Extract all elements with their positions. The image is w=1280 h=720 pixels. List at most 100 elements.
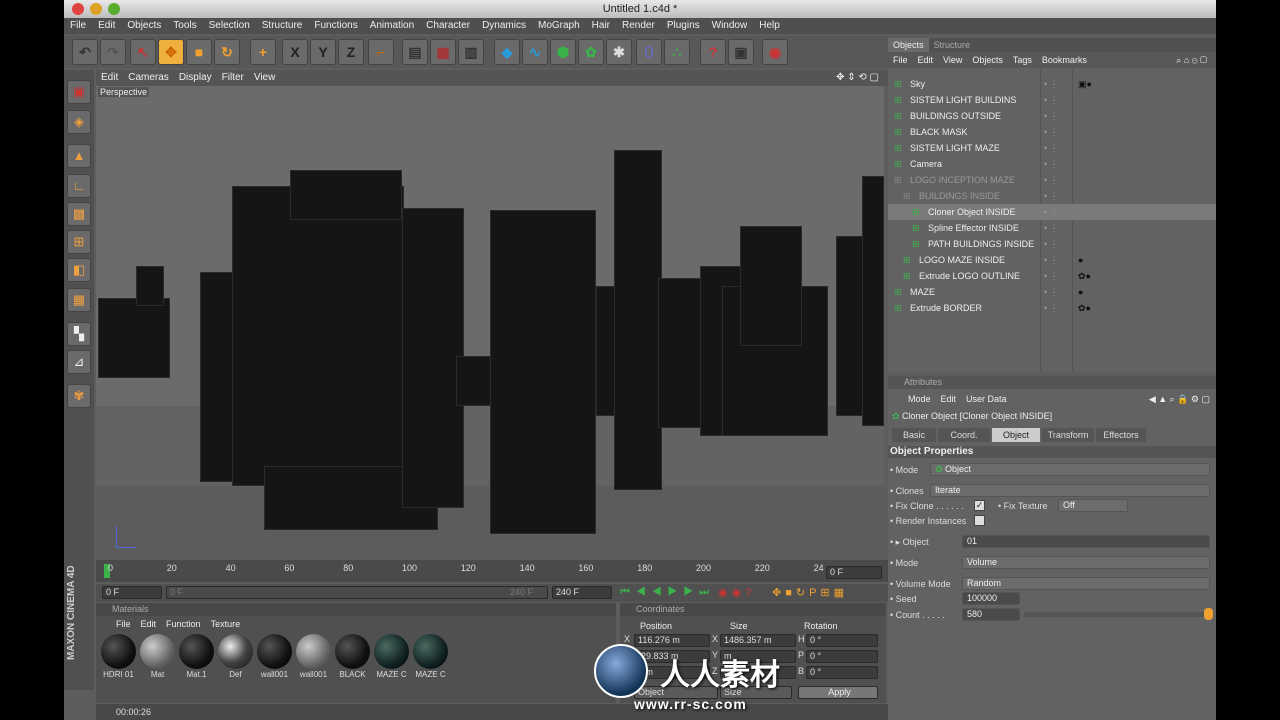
object-name[interactable]: LOGO INCEPTION MAZE: [910, 172, 1015, 188]
menu-animation[interactable]: Animation: [364, 18, 420, 34]
object-tags-icon[interactable]: ●: [1078, 284, 1083, 300]
rotate-icon[interactable]: ↻: [214, 39, 240, 65]
3d-viewport[interactable]: Perspective: [96, 86, 884, 558]
object-type-icon[interactable]: ⊞: [894, 124, 902, 140]
object-list-item[interactable]: ⊞ SISTEM LIGHT MAZE • ⋮: [888, 140, 1216, 156]
material-swatch[interactable]: MAZE C: [412, 633, 449, 683]
objects-menu-file[interactable]: File: [888, 52, 913, 68]
object-name[interactable]: Cloner Object INSIDE: [928, 204, 1016, 220]
attr-tab-coord[interactable]: Coord.: [938, 428, 990, 442]
objects-menu-view[interactable]: View: [938, 52, 967, 68]
object-name[interactable]: Sky: [910, 76, 925, 92]
object-list-item[interactable]: ⊞ LOGO INCEPTION MAZE • ⋮: [888, 172, 1216, 188]
array-icon[interactable]: ✿: [578, 39, 604, 65]
object-list-item[interactable]: ⊞ Camera • ⋮: [888, 156, 1216, 172]
help-icon[interactable]: ?: [700, 39, 726, 65]
material-swatch[interactable]: MAZE C: [373, 633, 410, 683]
object-tags-icon[interactable]: ✿●: [1078, 300, 1091, 316]
scene-icon[interactable]: ⬯: [636, 39, 662, 65]
object-tags-icon[interactable]: ✿●: [1078, 268, 1091, 284]
menu-mograph[interactable]: MoGraph: [532, 18, 586, 34]
layout-icon[interactable]: ▣: [67, 80, 91, 104]
texture-mode-icon[interactable]: ▩: [67, 202, 91, 226]
object-type-icon[interactable]: ⊞: [912, 236, 920, 252]
objects-search-home-icons[interactable]: ⌕ ⌂ ⊝ ▢: [1171, 52, 1212, 68]
volume-mode-select[interactable]: Random: [962, 577, 1210, 590]
film-icon[interactable]: ▣: [728, 39, 754, 65]
end-frame-field[interactable]: 240 F: [552, 586, 612, 599]
fix-texture-select[interactable]: Off: [1058, 499, 1128, 512]
viewport-nav-icons[interactable]: ✥ ⇕ ⟲ ▢: [831, 70, 884, 86]
attr-tab-effectors[interactable]: Effectors: [1096, 428, 1146, 442]
object-list-item[interactable]: ⊞ Cloner Object INSIDE • ⋮: [888, 204, 1216, 220]
nurbs-icon[interactable]: ⬢: [550, 39, 576, 65]
object-type-icon[interactable]: ⊞: [894, 76, 902, 92]
playback-controls[interactable]: ⏮◀◀▶▶⏭: [620, 586, 715, 599]
object-name[interactable]: BLACK MASK: [910, 124, 968, 140]
render-view-icon[interactable]: ▤: [402, 39, 428, 65]
select-icon[interactable]: ↖: [130, 39, 156, 65]
key-controls[interactable]: ✥■↻P⊞▦: [772, 586, 848, 599]
object-list-item[interactable]: ⊞ Sky • ⋮ ▣●: [888, 76, 1216, 92]
object-name[interactable]: BUILDINGS OUTSIDE: [910, 108, 1001, 124]
object-list-item[interactable]: ⊞ BLACK MASK • ⋮: [888, 124, 1216, 140]
close-window-button[interactable]: [72, 3, 84, 15]
polygons-mode-icon[interactable]: ▦: [67, 288, 91, 312]
object-list-item[interactable]: ⊞ PATH BUILDINGS INSIDE • ⋮: [888, 236, 1216, 252]
snap-icon[interactable]: ⊿: [67, 350, 91, 374]
scale-icon[interactable]: ■: [186, 39, 212, 65]
checker-icon[interactable]: ▚: [67, 322, 91, 346]
viewport-menu-display[interactable]: Display: [174, 70, 217, 86]
object-tags-icon[interactable]: ▣●: [1078, 76, 1092, 92]
count-slider[interactable]: [1024, 612, 1204, 617]
viewport-menu-view[interactable]: View: [249, 70, 281, 86]
object-name[interactable]: Extrude BORDER: [910, 300, 982, 316]
object-list-item[interactable]: ⊞ SISTEM LIGHT BUILDINS • ⋮: [888, 92, 1216, 108]
clones-select[interactable]: Iterate: [930, 484, 1210, 497]
viewport-menu-cameras[interactable]: Cameras: [123, 70, 174, 86]
material-swatch[interactable]: Mat.1: [178, 633, 215, 683]
visibility-dots[interactable]: • ⋮: [1044, 252, 1059, 268]
attr-tab-transform[interactable]: Transform: [1042, 428, 1094, 442]
count-field[interactable]: 580: [962, 608, 1020, 621]
menu-file[interactable]: File: [64, 18, 92, 34]
object-name[interactable]: Spline Effector INSIDE: [928, 220, 1019, 236]
particle-icon[interactable]: ∴: [664, 39, 690, 65]
move-icon[interactable]: ✥: [158, 39, 184, 65]
visibility-dots[interactable]: • ⋮: [1044, 156, 1059, 172]
edges-mode-icon[interactable]: ◧: [67, 258, 91, 282]
sculpt-icon[interactable]: ✾: [67, 384, 91, 408]
seed-field[interactable]: 100000: [962, 592, 1020, 605]
attributes-menu-userdata[interactable]: User Data: [966, 394, 1007, 404]
objects-menu-edit[interactable]: Edit: [913, 52, 939, 68]
visibility-dots[interactable]: • ⋮: [1044, 92, 1059, 108]
visibility-dots[interactable]: • ⋮: [1044, 204, 1059, 220]
object-list-item[interactable]: ⊞ BUILDINGS OUTSIDE • ⋮: [888, 108, 1216, 124]
menu-structure[interactable]: Structure: [256, 18, 309, 34]
materials-menu-function[interactable]: Function: [166, 619, 201, 629]
visibility-dots[interactable]: • ⋮: [1044, 268, 1059, 284]
object-type-icon[interactable]: ⊞: [912, 204, 920, 220]
timeline-ruler[interactable]: 0 20 40 60 80 100 120 140 160 180 200 220 24 0 F: [96, 560, 888, 582]
object-type-icon[interactable]: ⊞: [894, 300, 902, 316]
render-globe-icon[interactable]: ◉: [762, 39, 788, 65]
undo-icon[interactable]: ↶: [72, 39, 98, 65]
menu-selection[interactable]: Selection: [203, 18, 256, 34]
redo-icon[interactable]: ↷: [100, 39, 126, 65]
menu-help[interactable]: Help: [753, 18, 786, 34]
render-picture-icon[interactable]: ▦: [430, 39, 456, 65]
object-name[interactable]: SISTEM LIGHT MAZE: [910, 140, 1000, 156]
render-instances-checkbox[interactable]: [974, 515, 985, 526]
material-swatch[interactable]: Mat: [139, 633, 176, 683]
current-frame-field[interactable]: 0 F: [826, 566, 882, 579]
visibility-dots[interactable]: • ⋮: [1044, 188, 1059, 204]
spline-icon[interactable]: ∿: [522, 39, 548, 65]
attributes-menu-mode[interactable]: Mode: [908, 394, 931, 404]
deformer-icon[interactable]: ✱: [606, 39, 632, 65]
object-name[interactable]: PATH BUILDINGS INSIDE: [928, 236, 1034, 252]
visibility-dots[interactable]: • ⋮: [1044, 108, 1059, 124]
attributes-menu-edit[interactable]: Edit: [941, 394, 957, 404]
objects-menu-bookmarks[interactable]: Bookmarks: [1037, 52, 1092, 68]
viewport-menu-edit[interactable]: Edit: [96, 70, 123, 86]
visibility-dots[interactable]: • ⋮: [1044, 76, 1059, 92]
